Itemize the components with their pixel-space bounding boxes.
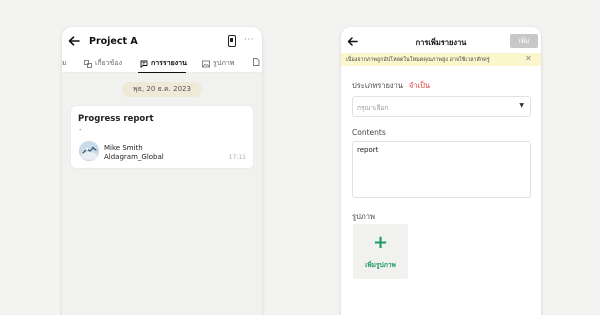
required-badge: จำเป็น bbox=[408, 81, 430, 90]
tab-truncated[interactable]: ม bbox=[62, 58, 67, 69]
add-photo-button[interactable]: + เพิ่มรูปภาพ bbox=[353, 224, 408, 279]
tab-reports[interactable]: การรายงาน bbox=[140, 58, 187, 69]
report-description: - bbox=[79, 126, 82, 134]
device-icon[interactable] bbox=[228, 35, 236, 47]
related-icon bbox=[84, 59, 92, 68]
report-type-label: ประเภทรายงาน จำเป็น bbox=[352, 80, 430, 92]
tab-related[interactable]: เกี่ยวข้อง bbox=[84, 58, 122, 69]
project-header: Project A ··· bbox=[62, 27, 262, 55]
report-list: พุธ, 20 ธ.ค. 2023 Progress report - Mike… bbox=[62, 73, 262, 315]
submit-add-button[interactable]: เพิ่ม bbox=[510, 34, 538, 48]
image-icon bbox=[202, 60, 210, 67]
contents-textarea[interactable]: report bbox=[352, 141, 531, 198]
project-title: Project A bbox=[89, 36, 138, 47]
report-time: 17:11 bbox=[228, 154, 246, 161]
date-separator: พุธ, 20 ธ.ค. 2023 bbox=[122, 82, 202, 97]
report-title: Progress report bbox=[78, 114, 154, 124]
upload-notice-banner: เนื่องจากภาพถูกอัปโหลดในโหมดคุณภาพสูง อา… bbox=[341, 53, 541, 66]
close-icon[interactable]: ✕ bbox=[525, 54, 532, 63]
contents-label: Contents bbox=[352, 128, 386, 137]
tab-label: รูปภาพ bbox=[213, 59, 235, 67]
report-list-screen: Project A ··· ม เกี่ยวข้อง การรายงาน รูป… bbox=[62, 27, 262, 315]
select-placeholder: กรุณาเลือก bbox=[357, 104, 389, 112]
more-options-icon[interactable]: ··· bbox=[244, 35, 254, 45]
report-card[interactable]: Progress report - Mike Smith Aldagram_Gl… bbox=[70, 105, 254, 169]
contents-value: report bbox=[357, 146, 379, 154]
author-name: Mike Smith bbox=[104, 144, 143, 152]
add-report-screen: การเพิ่มรายงาน เพิ่ม เนื่องจากภาพถูกอัปโ… bbox=[341, 27, 541, 315]
banner-text: เนื่องจากภาพถูกอัปโหลดในโหมดคุณภาพสูง อา… bbox=[346, 57, 490, 63]
avatar bbox=[79, 141, 99, 161]
report-chat-icon bbox=[140, 60, 148, 68]
author-organization: Aldagram_Global bbox=[104, 153, 164, 161]
document-icon bbox=[253, 58, 260, 66]
plus-icon: + bbox=[372, 232, 389, 253]
tab-photos[interactable]: รูปภาพ bbox=[202, 58, 234, 69]
project-tabs: ม เกี่ยวข้อง การรายงาน รูปภาพ bbox=[62, 55, 262, 73]
report-type-select[interactable]: กรุณาเลือก ▼ bbox=[352, 96, 531, 117]
dropdown-caret-icon: ▼ bbox=[519, 102, 524, 109]
tab-documents[interactable] bbox=[252, 58, 262, 66]
report-type-text: ประเภทรายงาน bbox=[352, 81, 403, 90]
tab-label: การรายงาน bbox=[151, 59, 187, 67]
avatar-illustration-icon bbox=[79, 141, 99, 161]
add-photo-label: เพิ่มรูปภาพ bbox=[365, 261, 396, 269]
back-arrow-icon[interactable] bbox=[347, 37, 358, 46]
add-report-header: การเพิ่มรายงาน เพิ่ม bbox=[341, 27, 541, 53]
tab-label: เกี่ยวข้อง bbox=[95, 59, 123, 67]
back-arrow-icon[interactable] bbox=[68, 36, 80, 46]
photo-label: รูปภาพ bbox=[352, 212, 375, 221]
